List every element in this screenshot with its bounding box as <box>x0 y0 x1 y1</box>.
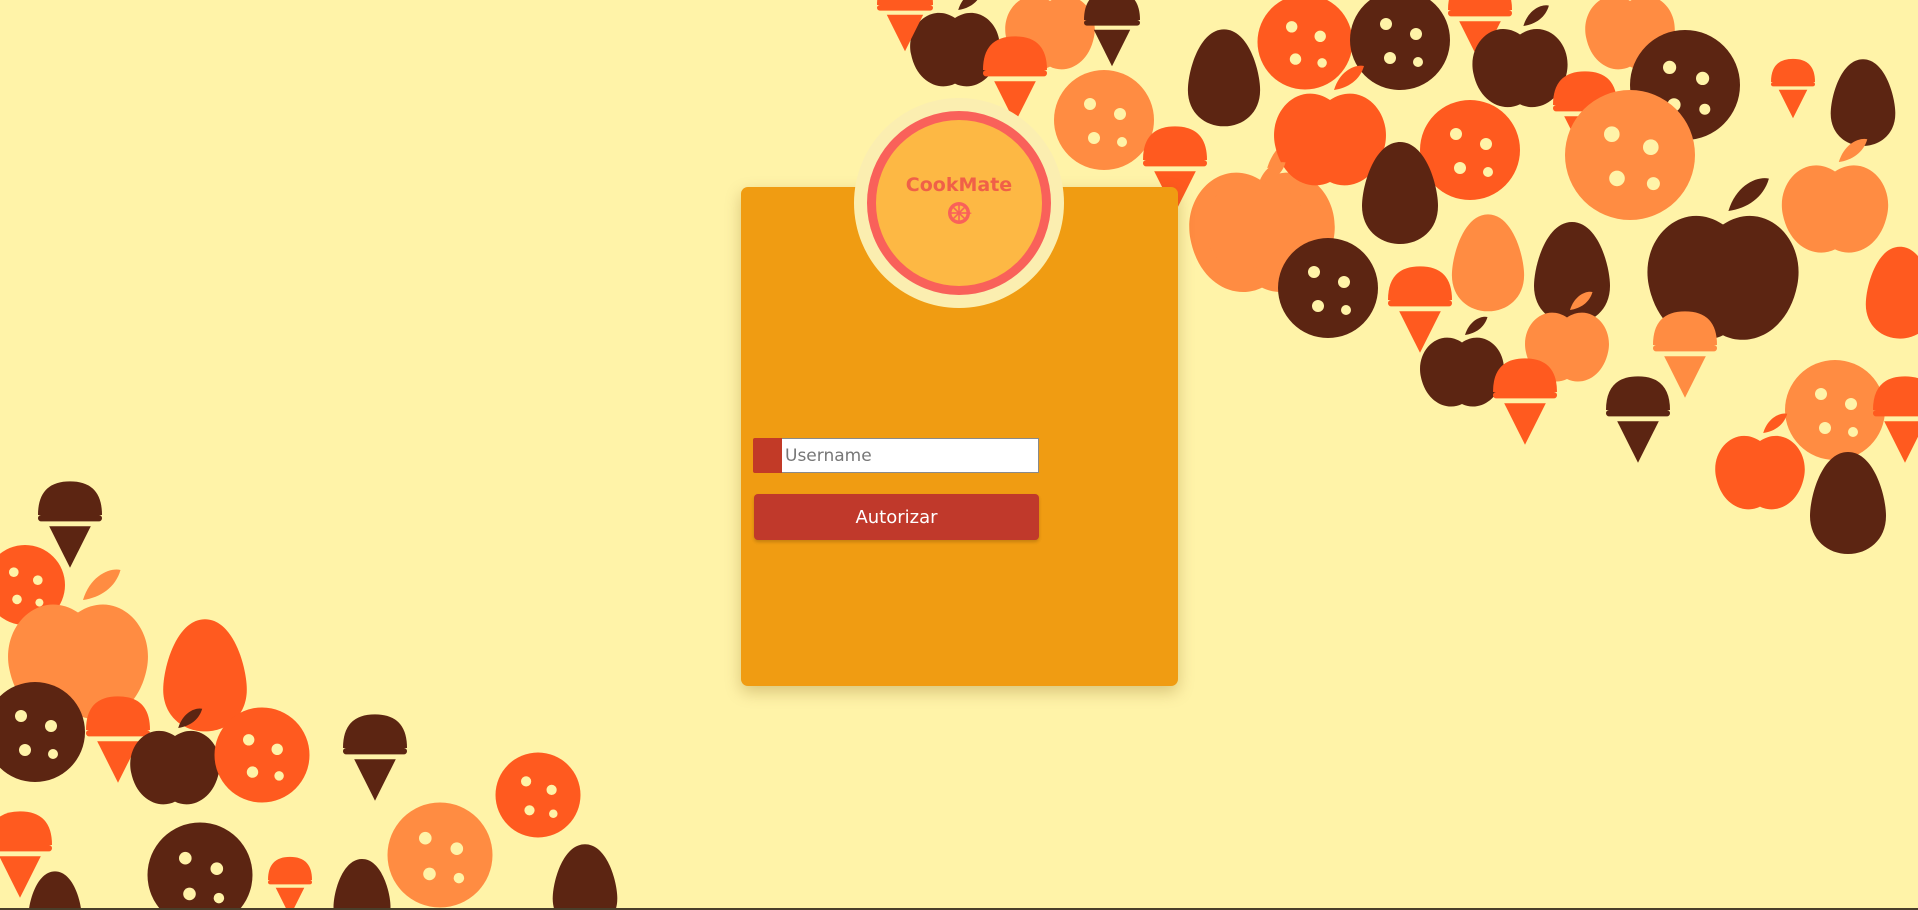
username-input[interactable] <box>782 438 1039 473</box>
logo-text: CookMate <box>905 174 1013 196</box>
authorize-button[interactable]: Autorizar <box>754 494 1039 540</box>
user-icon <box>753 438 782 473</box>
logo-badge: CookMate <box>854 98 1064 308</box>
lemon-slice-icon <box>948 202 972 224</box>
logo: CookMate <box>867 111 1051 295</box>
username-field-group <box>753 438 1039 473</box>
bottom-left-food-cluster <box>0 481 618 910</box>
login-page: CookMate Autorizar <box>0 0 1918 910</box>
